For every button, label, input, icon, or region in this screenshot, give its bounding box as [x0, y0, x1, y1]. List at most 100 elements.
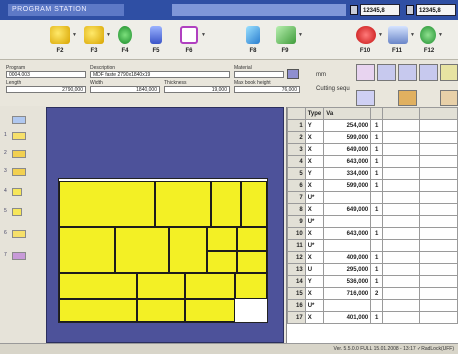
- row-extra: [382, 155, 420, 168]
- f12-label: F12: [423, 48, 435, 54]
- grid-view-icon[interactable]: [419, 64, 438, 81]
- table-row[interactable]: 7 U*: [287, 191, 458, 204]
- piece[interactable]: [207, 251, 237, 273]
- piece[interactable]: [137, 273, 185, 299]
- open-folder-icon[interactable]: [50, 26, 70, 44]
- piece[interactable]: [237, 251, 267, 273]
- row-value: [323, 191, 372, 204]
- max-book-field[interactable]: 76,000: [234, 86, 300, 93]
- chevron-down-icon[interactable]: ▼: [298, 32, 303, 38]
- print-icon[interactable]: [440, 90, 458, 106]
- table-row[interactable]: 6 X 599,000 1: [287, 179, 458, 192]
- piece[interactable]: [241, 181, 267, 227]
- label-icon[interactable]: [398, 90, 417, 106]
- stop-icon[interactable]: [356, 26, 376, 44]
- table-row[interactable]: 14 Y 536,000 1: [287, 275, 458, 288]
- table-body: 1 Y 254,000 1 2 X 599,000 1 3 X 649,000 1 4 X 643,000 1…: [287, 119, 458, 324]
- row-count: [370, 191, 384, 204]
- table-row[interactable]: 10 X 643,000 1: [287, 227, 458, 240]
- chevron-down-icon[interactable]: ▼: [378, 32, 383, 38]
- row-value: [323, 215, 372, 228]
- funnel-icon[interactable]: [440, 64, 458, 81]
- table-row[interactable]: 2 X 599,000 1: [287, 131, 458, 144]
- piece[interactable]: [185, 299, 235, 322]
- save-folder-icon[interactable]: [84, 26, 104, 44]
- part-icon[interactable]: [12, 150, 26, 158]
- layout-view-icon[interactable]: [356, 64, 375, 81]
- new-sheet-icon[interactable]: [180, 26, 198, 44]
- description-field[interactable]: MDF faste 2790x1840x19: [90, 71, 230, 78]
- piece[interactable]: [211, 181, 241, 227]
- table-row[interactable]: 8 X 649,000 1: [287, 203, 458, 216]
- table-row[interactable]: 17 X 401,000 1: [287, 311, 458, 324]
- offcut-icon[interactable]: [12, 252, 26, 260]
- row-extra: [418, 275, 458, 288]
- row-extra: [382, 119, 420, 132]
- material-field[interactable]: [234, 71, 284, 78]
- calc-icon[interactable]: [350, 5, 358, 15]
- table-row[interactable]: 13 U 295,000 1: [287, 263, 458, 276]
- chevron-down-icon[interactable]: ▼: [201, 32, 206, 38]
- f8-label: F8: [249, 48, 257, 54]
- width-field[interactable]: 1840,000: [90, 86, 160, 93]
- stack-view-icon[interactable]: [398, 64, 417, 81]
- part-icon[interactable]: [12, 208, 22, 216]
- piece[interactable]: [237, 227, 267, 251]
- piece[interactable]: [59, 181, 155, 227]
- thickness-field[interactable]: 19,000: [164, 86, 230, 93]
- row-extra: [382, 251, 420, 264]
- calc-icon-2[interactable]: [406, 5, 414, 15]
- piece[interactable]: [137, 299, 185, 322]
- table-row[interactable]: 11 U*: [287, 239, 458, 252]
- chevron-down-icon[interactable]: ▼: [438, 32, 443, 38]
- row-index: 7: [287, 191, 306, 204]
- chevron-down-icon[interactable]: ▼: [106, 32, 111, 38]
- table-row[interactable]: 9 U*: [287, 215, 458, 228]
- toolbar: ▼ F2 ▼ F3 F4 F5 ▼ F6 F8 ▼ F9 ▼ F10 ▼ F11…: [0, 20, 458, 60]
- f5-label: F5: [152, 48, 160, 54]
- board-sheet[interactable]: [58, 178, 268, 323]
- header-extra-1: [382, 107, 420, 120]
- piece[interactable]: [235, 273, 267, 299]
- chevron-down-icon[interactable]: ▼: [410, 32, 415, 38]
- row-type: Y: [304, 167, 325, 180]
- piece[interactable]: [155, 181, 211, 227]
- table-row[interactable]: 3 X 649,000 1: [287, 143, 458, 156]
- table-row[interactable]: 1 Y 254,000 1: [287, 119, 458, 132]
- part-icon[interactable]: [12, 168, 26, 176]
- header-count: [370, 107, 384, 120]
- piece[interactable]: [59, 299, 137, 322]
- table-row[interactable]: 16 U*: [287, 299, 458, 312]
- table-row[interactable]: 12 X 409,000 1: [287, 251, 458, 264]
- chevron-down-icon[interactable]: ▼: [72, 32, 77, 38]
- piece[interactable]: [185, 273, 235, 299]
- header-extra-2: [418, 107, 458, 120]
- piece[interactable]: [207, 227, 237, 251]
- rotate-icon[interactable]: [356, 90, 375, 106]
- table-row[interactable]: 4 X 643,000 1: [287, 155, 458, 168]
- piece[interactable]: [115, 227, 169, 273]
- optimize-icon[interactable]: [276, 26, 296, 44]
- program-field[interactable]: 0004.003: [6, 71, 86, 78]
- piece[interactable]: [169, 227, 207, 273]
- table-row[interactable]: 15 X 716,000 2: [287, 287, 458, 300]
- part-icon[interactable]: [12, 188, 22, 196]
- f2-label: F2: [56, 48, 64, 54]
- machine-icon[interactable]: [388, 26, 408, 44]
- piece[interactable]: [59, 227, 115, 273]
- piece[interactable]: [59, 273, 137, 299]
- material-picker-icon[interactable]: [287, 69, 299, 79]
- pattern-icon[interactable]: [12, 116, 26, 124]
- refresh-icon[interactable]: [118, 26, 132, 44]
- cut-tool-icon[interactable]: [246, 26, 260, 44]
- part-icon[interactable]: [12, 230, 26, 238]
- table-row[interactable]: 5 Y 334,000 1: [287, 167, 458, 180]
- chart-view-icon[interactable]: [377, 64, 396, 81]
- database-icon[interactable]: [150, 26, 162, 44]
- go-icon[interactable]: [420, 26, 436, 44]
- length-field[interactable]: 2790,000: [6, 86, 86, 93]
- row-type: Y: [304, 119, 325, 132]
- row-extra: [382, 287, 420, 300]
- part-icon[interactable]: [12, 132, 26, 140]
- row-count: [370, 239, 384, 252]
